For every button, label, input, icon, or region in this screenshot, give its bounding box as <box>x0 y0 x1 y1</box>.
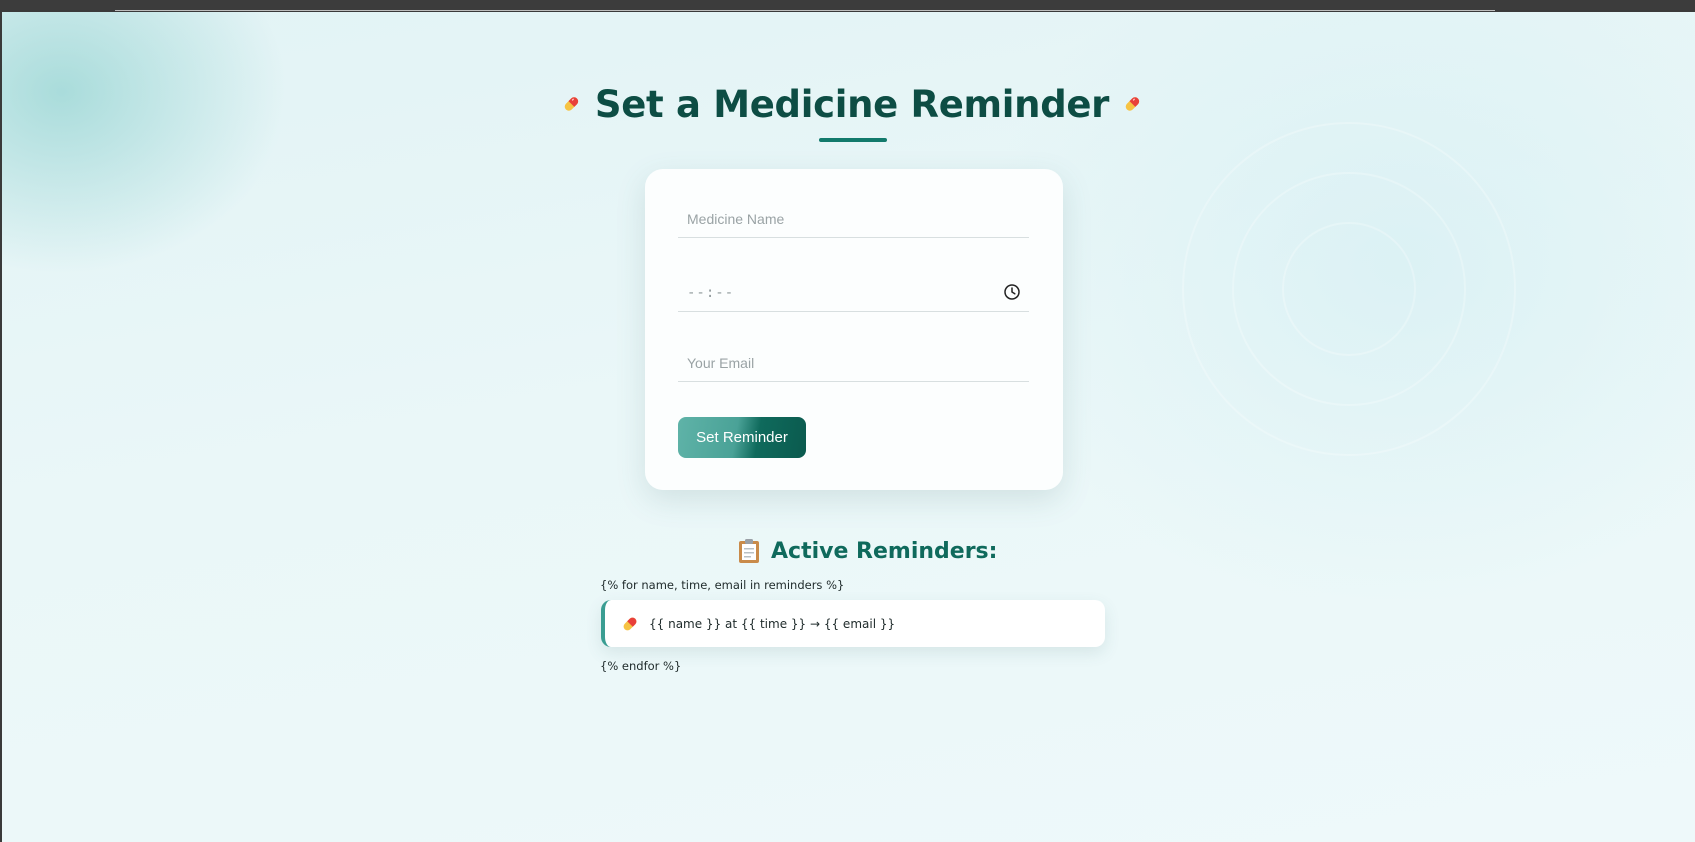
page-title: Set a Medicine Reminder <box>594 82 1110 126</box>
time-placeholder: --:-- <box>687 285 735 301</box>
active-reminders-heading: Active Reminders: <box>737 534 997 568</box>
medicine-name-input[interactable]: Medicine Name <box>678 203 1029 238</box>
template-loop-end: {% endfor %} <box>600 659 682 673</box>
browser-top-divider <box>115 10 1495 11</box>
pill-icon <box>1125 97 1140 111</box>
clipboard-icon <box>739 539 759 563</box>
reminder-form-card: Medicine Name --:-- Your Email Set Remin… <box>645 169 1063 490</box>
pill-icon <box>564 97 579 111</box>
medicine-name-placeholder: Medicine Name <box>687 211 785 227</box>
set-reminder-button[interactable]: Set Reminder <box>678 417 806 458</box>
title-underline <box>819 138 887 142</box>
clock-icon[interactable] <box>1003 283 1021 301</box>
page-header: Set a Medicine Reminder <box>562 74 1142 134</box>
browser-top-bar <box>0 0 1695 10</box>
background-ring <box>1282 222 1416 356</box>
active-reminders-title: Active Reminders: <box>771 538 998 564</box>
time-input[interactable]: --:-- <box>678 277 1029 312</box>
reminder-item-text: {{ name }} at {{ time }} → {{ email }} <box>649 616 896 631</box>
pill-icon <box>623 617 637 630</box>
email-placeholder: Your Email <box>687 355 755 371</box>
page-viewport: Set a Medicine Reminder Medicine Name --… <box>2 12 1695 842</box>
template-loop-start: {% for name, time, email in reminders %} <box>600 578 845 592</box>
email-input[interactable]: Your Email <box>678 347 1029 382</box>
reminder-list-item: {{ name }} at {{ time }} → {{ email }} <box>601 600 1105 647</box>
